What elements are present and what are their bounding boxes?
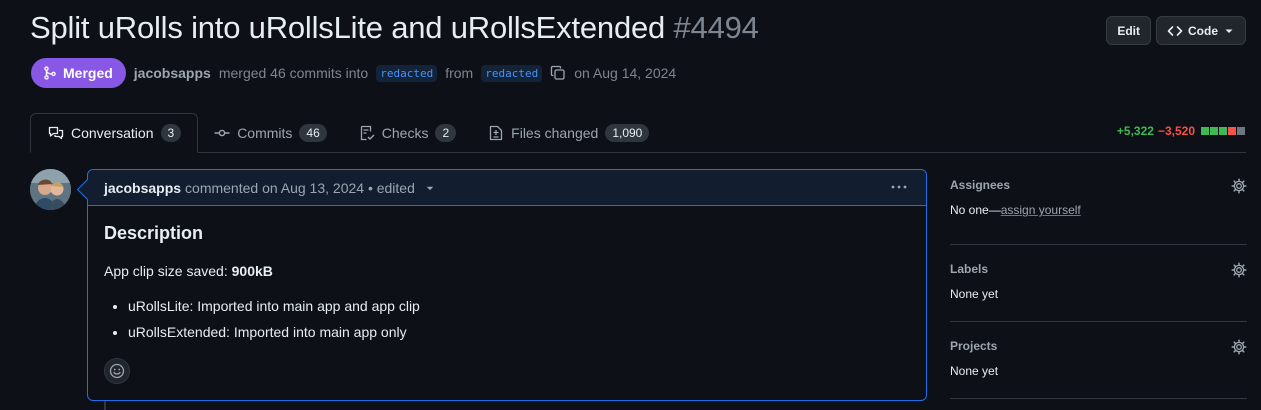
comment-paragraph: App clip size saved: 900kB	[104, 263, 910, 279]
deletions-count: −3,520	[1157, 124, 1195, 138]
diffstat-block	[1210, 127, 1218, 135]
header-actions: Edit Code	[1106, 16, 1246, 45]
merge-date: on Aug 14, 2024	[574, 65, 677, 81]
projects-title[interactable]: Projects	[950, 339, 1247, 353]
merged-state-badge: Merged	[31, 58, 126, 88]
pull-request-page: Split uRolls into uRollsLite and uRollsE…	[0, 0, 1261, 410]
assignees-value: No one—assign yourself	[950, 203, 1247, 217]
projects-value: None yet	[950, 364, 999, 378]
gear-icon[interactable]	[1231, 262, 1247, 278]
comment-meta[interactable]: commented on Aug 13, 2024 • edited	[185, 180, 415, 196]
labels-title[interactable]: Labels	[950, 262, 1247, 276]
git-commit-icon	[214, 129, 230, 137]
page-title: Split uRolls into uRollsLite and uRollsE…	[30, 10, 759, 46]
tab-conversation-label: Conversation	[71, 125, 154, 141]
list-item: uRollsExtended: Imported into main app o…	[128, 324, 910, 340]
sidebar-projects: Projects None yet	[950, 322, 1247, 399]
code-button-label: Code	[1188, 23, 1218, 38]
head-branch[interactable]: redacted	[481, 64, 543, 82]
pr-title: Split uRolls into uRollsLite and uRollsE…	[30, 10, 666, 45]
triangle-down-icon[interactable]	[425, 183, 435, 193]
tab-checks-count: 2	[435, 124, 457, 142]
tab-files-changed[interactable]: Files changed 1,090	[472, 113, 665, 153]
diffstat: +5,322 −3,520	[1117, 124, 1245, 138]
tab-files-changed-count: 1,090	[605, 124, 650, 142]
comment-card: jacobsapps commented on Aug 13, 2024 • e…	[87, 169, 927, 401]
sidebar: Assignees No one—assign yourself Labels …	[950, 178, 1247, 399]
diffstat-block	[1219, 127, 1227, 135]
edit-button[interactable]: Edit	[1106, 16, 1151, 45]
merged-text: merged 46 commits into	[218, 65, 369, 81]
diffstat-blocks	[1201, 127, 1245, 135]
pr-meta: Merged jacobsapps merged 46 commits into…	[31, 58, 676, 88]
pr-tabs: Conversation 3 Commits 46 Checks 2 Files…	[30, 113, 665, 153]
comment-header: jacobsapps commented on Aug 13, 2024 • e…	[88, 170, 926, 206]
tab-files-changed-label: Files changed	[511, 125, 599, 141]
triangle-down-icon	[1225, 29, 1233, 33]
smiley-icon	[109, 363, 125, 379]
labels-value: None yet	[950, 287, 999, 301]
size-value: 900kB	[231, 263, 273, 279]
author-link[interactable]: jacobsapps	[134, 65, 211, 81]
merged-state-label: Merged	[63, 65, 113, 81]
tab-conversation-count: 3	[160, 124, 182, 142]
tab-commits-count: 46	[299, 124, 327, 142]
base-branch[interactable]: redacted	[376, 64, 438, 82]
file-diff-icon	[490, 125, 503, 141]
comment-heading: Description	[104, 223, 204, 243]
tab-commits-label: Commits	[237, 125, 293, 141]
sidebar-assignees: Assignees No one—assign yourself	[950, 178, 1247, 245]
additions-count: +5,322	[1116, 124, 1154, 138]
gear-icon[interactable]	[1231, 339, 1247, 355]
pr-number: #4494	[673, 10, 759, 45]
from-text: from	[445, 65, 474, 81]
sidebar-labels: Labels None yet	[950, 245, 1247, 322]
size-prefix: App clip size saved:	[104, 263, 232, 279]
diffstat-block	[1228, 127, 1236, 135]
timeline-line	[104, 400, 106, 410]
comment-author[interactable]: jacobsapps	[104, 180, 181, 196]
avatar[interactable]	[30, 169, 71, 210]
tab-conversation[interactable]: Conversation 3	[30, 113, 199, 153]
git-merge-icon	[44, 66, 56, 80]
diffstat-block	[1201, 127, 1209, 135]
edit-button-label: Edit	[1117, 23, 1140, 38]
kebab-menu-icon[interactable]	[890, 179, 908, 200]
assignees-none: No one—	[950, 203, 1001, 217]
list-item: uRollsLite: Imported into main app and a…	[128, 298, 910, 314]
add-reaction-button[interactable]	[104, 358, 130, 384]
checklist-icon	[360, 125, 375, 141]
comment-discussion-icon	[48, 126, 64, 140]
gear-icon[interactable]	[1231, 178, 1247, 194]
code-button[interactable]: Code	[1156, 16, 1246, 45]
tab-commits[interactable]: Commits 46	[198, 113, 343, 153]
tab-checks[interactable]: Checks 2	[343, 113, 472, 153]
copy-icon[interactable]	[550, 65, 566, 81]
tab-checks-label: Checks	[381, 125, 429, 141]
comment-list: uRollsLite: Imported into main app and a…	[104, 298, 910, 340]
comment-body: Description App clip size saved: 900kB u…	[88, 223, 926, 340]
diffstat-block	[1237, 127, 1245, 135]
assignees-title[interactable]: Assignees	[950, 178, 1247, 192]
code-icon	[1167, 25, 1183, 36]
assign-yourself-link[interactable]: assign yourself	[1001, 203, 1081, 217]
